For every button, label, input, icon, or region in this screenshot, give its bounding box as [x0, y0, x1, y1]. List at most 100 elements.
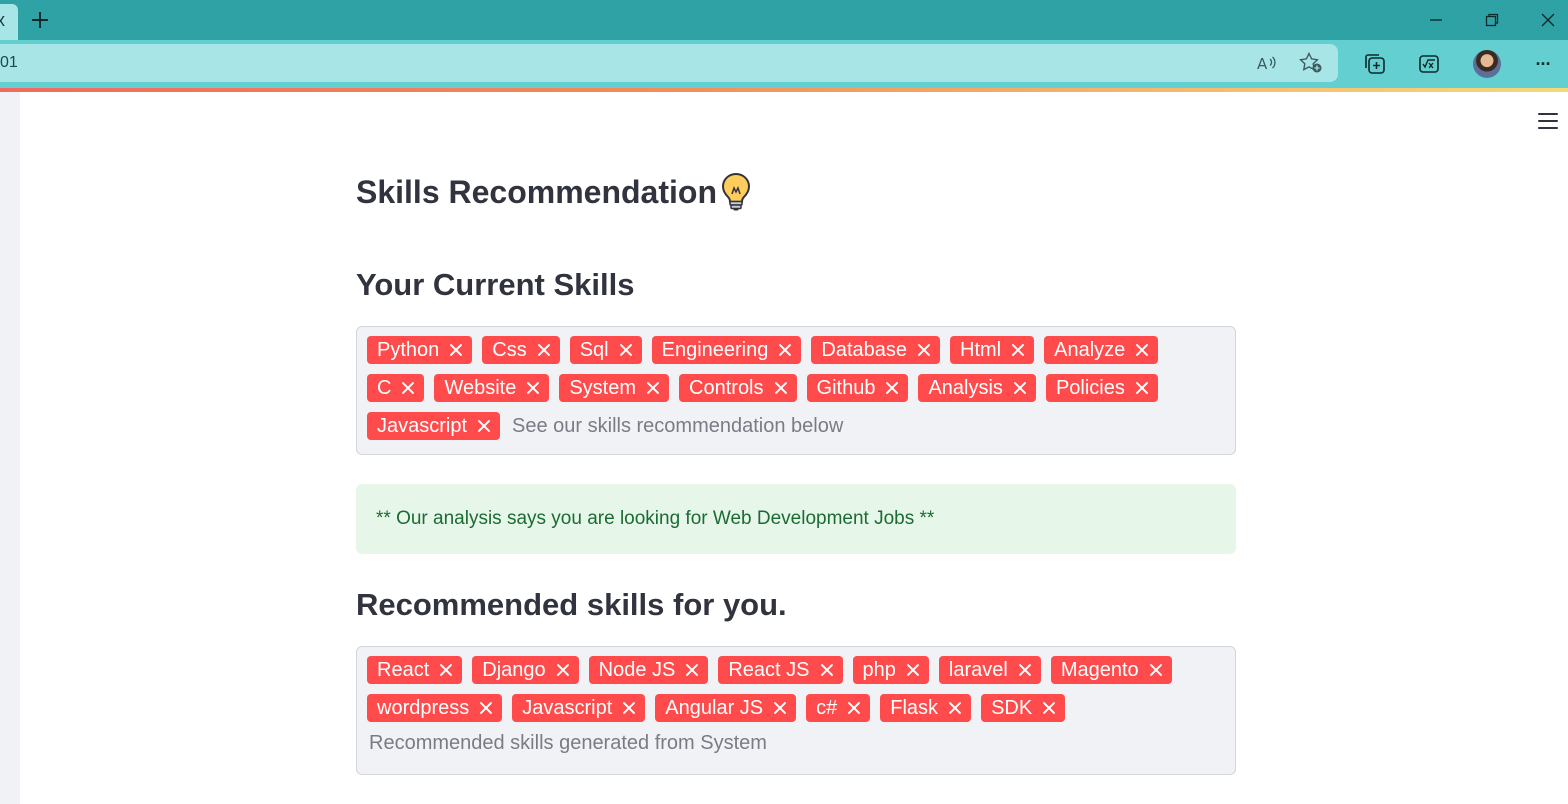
- remove-tag-icon[interactable]: [436, 660, 456, 680]
- current-skill-tag-label: Analysis: [928, 376, 1003, 399]
- remove-tag-icon[interactable]: [682, 660, 702, 680]
- remove-tag-icon[interactable]: [844, 698, 864, 718]
- remove-tag-icon[interactable]: [616, 340, 636, 360]
- remove-tag-icon[interactable]: [523, 378, 543, 398]
- collections-icon: [1365, 54, 1385, 74]
- recommended-skill-tag: Django: [472, 656, 579, 684]
- remove-tag-icon[interactable]: [474, 416, 494, 436]
- current-skill-tag: Policies: [1045, 374, 1158, 402]
- remove-tag-icon[interactable]: [476, 698, 496, 718]
- current-skill-tag: Sql: [569, 336, 642, 364]
- current-skill-tag: Html: [950, 336, 1035, 364]
- hamburger-icon-line: [1538, 120, 1558, 122]
- recommended-skill-tag: React: [367, 656, 463, 684]
- app-menu-button[interactable]: [1537, 112, 1559, 130]
- close-icon: [1541, 13, 1555, 27]
- current-skill-tag: Engineering: [651, 336, 802, 364]
- lightbulb-icon: [719, 172, 753, 212]
- current-skill-tag-label: Css: [492, 338, 527, 361]
- recommended-skill-placeholder[interactable]: Recommended skills generated from System: [369, 732, 767, 755]
- current-skill-tag: Analysis: [918, 374, 1036, 402]
- current-skill-tag-label: C: [377, 376, 392, 399]
- remove-tag-icon[interactable]: [882, 378, 902, 398]
- remove-tag-icon[interactable]: [771, 378, 791, 398]
- recommended-skill-tag-label: SDK: [991, 696, 1033, 719]
- current-skill-tag: Css: [482, 336, 560, 364]
- browser-tab[interactable]: x: [0, 4, 18, 40]
- minimize-button[interactable]: [1421, 6, 1451, 34]
- recommended-skill-tag-label: Flask: [890, 696, 939, 719]
- recommended-skill-tag: laravel: [938, 656, 1041, 684]
- recommended-skill-tag: Magento: [1050, 656, 1172, 684]
- remove-tag-icon[interactable]: [1146, 660, 1166, 680]
- url-text: 01: [0, 54, 18, 71]
- tab-close-glyph[interactable]: x: [0, 10, 5, 31]
- remove-tag-icon[interactable]: [1132, 378, 1152, 398]
- recommended-skill-tag: React JS: [718, 656, 843, 684]
- current-skill-tag: Javascript: [367, 412, 501, 440]
- close-window-button[interactable]: [1533, 6, 1563, 34]
- current-skill-placeholder[interactable]: See our skills recommendation below: [512, 415, 843, 438]
- current-skill-tag-label: Analyze: [1054, 338, 1126, 361]
- analysis-success-alert: ** Our analysis says you are looking for…: [356, 484, 1236, 554]
- current-skill-tag: Database: [811, 336, 940, 364]
- remove-tag-icon[interactable]: [903, 660, 923, 680]
- remove-tag-icon[interactable]: [643, 378, 663, 398]
- recommended-skill-tag-label: Django: [482, 658, 546, 681]
- more-menu-button[interactable]: ···: [1528, 49, 1558, 79]
- read-aloud-button[interactable]: A: [1252, 48, 1282, 78]
- hamburger-icon-line: [1538, 127, 1558, 129]
- new-tab-button[interactable]: [26, 6, 54, 34]
- current-skill-tag-label: Database: [821, 338, 907, 361]
- remove-tag-icon[interactable]: [398, 378, 418, 398]
- current-skills-heading: Your Current Skills: [356, 267, 635, 302]
- current-skills-tag-list: Python Css Sql Engineering Database Html Analy…: [367, 336, 1225, 440]
- current-skill-tag: System: [559, 374, 670, 402]
- url-field[interactable]: 01 A: [0, 44, 1338, 82]
- remove-tag-icon[interactable]: [1010, 378, 1030, 398]
- recommended-skill-tag-label: wordpress: [377, 696, 470, 719]
- recommended-skills-multiselect[interactable]: React Django Node JS React JS php laravel Mage…: [356, 646, 1236, 775]
- remove-tag-icon[interactable]: [534, 340, 554, 360]
- remove-tag-icon[interactable]: [553, 660, 573, 680]
- remove-tag-icon[interactable]: [1015, 660, 1035, 680]
- collections-button[interactable]: [1360, 49, 1390, 79]
- remove-tag-icon[interactable]: [770, 698, 790, 718]
- add-favorite-button[interactable]: [1296, 48, 1326, 78]
- current-skills-multiselect[interactable]: Python Css Sql Engineering Database Html Analy…: [356, 326, 1236, 455]
- recommended-skill-tag-label: Angular JS: [665, 696, 764, 719]
- recommended-skill-tag: SDK: [981, 694, 1066, 722]
- remove-tag-icon[interactable]: [1039, 698, 1059, 718]
- remove-tag-icon[interactable]: [775, 340, 795, 360]
- remove-tag-icon[interactable]: [945, 698, 965, 718]
- sidebar-collapsed: [0, 92, 20, 804]
- remove-tag-icon[interactable]: [914, 340, 934, 360]
- restore-icon: [1485, 13, 1499, 27]
- current-skill-tag-label: Engineering: [661, 338, 769, 361]
- current-skill-tag: Github: [806, 374, 909, 402]
- remove-tag-icon[interactable]: [817, 660, 837, 680]
- restore-button[interactable]: [1477, 6, 1507, 34]
- read-aloud-icon: A: [1257, 55, 1276, 72]
- current-skill-tag-label: Html: [960, 338, 1002, 361]
- remove-tag-icon[interactable]: [619, 698, 639, 718]
- current-skill-tag: Website: [434, 374, 550, 402]
- current-skill-tag-label: Controls: [689, 376, 764, 399]
- recommended-skill-tag: php: [852, 656, 929, 684]
- recommended-skill-tag-label: Magento: [1060, 658, 1139, 681]
- recommended-skill-tag: c#: [806, 694, 871, 722]
- current-skill-tag-label: Policies: [1055, 376, 1125, 399]
- math-solver-button[interactable]: [1414, 49, 1444, 79]
- recommended-skill-tag-label: Javascript: [522, 696, 613, 719]
- recommended-skill-tag-label: c#: [816, 696, 838, 719]
- current-skill-tag: Python: [367, 336, 473, 364]
- analysis-message: ** Our analysis says you are looking for…: [376, 508, 935, 529]
- more-dots-icon: ···: [1535, 53, 1552, 74]
- recommended-skills-tag-list: React Django Node JS React JS php laravel Mage…: [367, 656, 1225, 755]
- remove-tag-icon[interactable]: [446, 340, 466, 360]
- profile-avatar[interactable]: [1473, 50, 1501, 78]
- star-add-icon: [1299, 52, 1322, 73]
- remove-tag-icon[interactable]: [1132, 340, 1152, 360]
- remove-tag-icon[interactable]: [1008, 340, 1028, 360]
- recommended-skill-tag-label: React: [377, 658, 430, 681]
